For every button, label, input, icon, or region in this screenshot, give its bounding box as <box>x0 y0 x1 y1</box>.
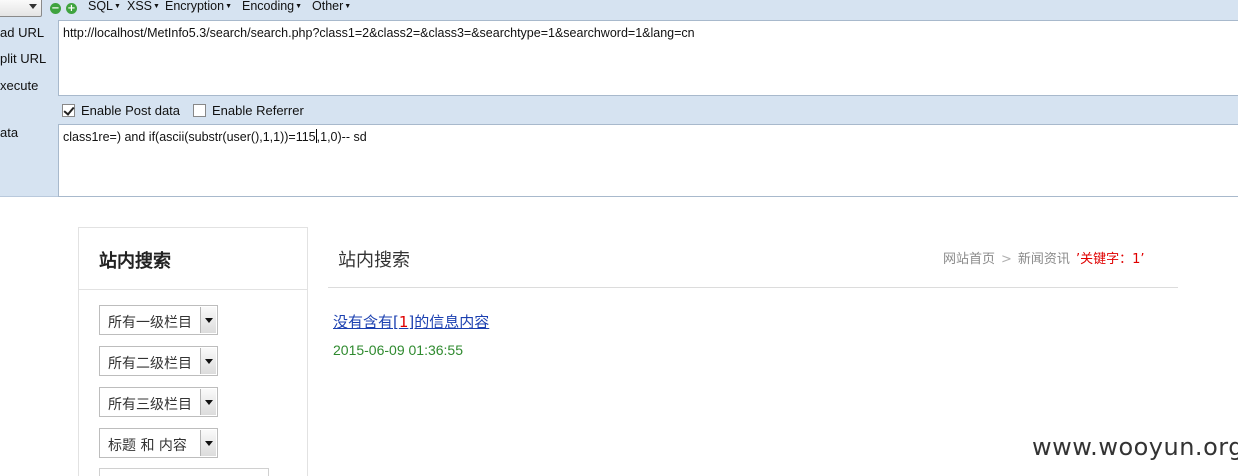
select-value: 所有三级栏目 <box>108 397 192 413</box>
menu-label: XSS <box>127 0 153 13</box>
watermark: www.wooyun.org <box>1032 433 1238 461</box>
result-date: 2015-06-09 01:36:55 <box>333 342 463 358</box>
menu-encoding[interactable]: Encoding▼ <box>242 0 302 13</box>
split-url-button[interactable]: plit URL <box>0 51 46 66</box>
result-text: 没有含有[ <box>333 313 399 331</box>
result-keyword: 1 <box>398 313 409 331</box>
chevron-down-icon[interactable] <box>200 389 216 415</box>
class1-select[interactable]: 所有一级栏目 <box>99 305 218 335</box>
breadcrumb-news-link[interactable]: 新闻资讯 <box>1018 252 1070 267</box>
chevron-down-icon[interactable] <box>200 307 216 333</box>
enable-post-checkbox[interactable]: Enable Post data <box>62 103 180 118</box>
breadcrumb-home-link[interactable]: 网站首页 <box>943 252 995 267</box>
chevron-down-icon[interactable] <box>200 430 216 456</box>
menu-label: Encryption <box>165 0 225 13</box>
menu-label: Other <box>312 0 344 13</box>
menu-sql[interactable]: SQL▼ <box>88 0 121 13</box>
menu-xss[interactable]: XSS▼ <box>127 0 160 13</box>
post-data-textarea[interactable]: class1re=) and if(ascii(substr(user(),1,… <box>58 124 1238 197</box>
url-value: http://localhost/MetInfo5.3/search/searc… <box>63 26 695 40</box>
hackbar-panel: − + SQL▼ XSS▼ Encryption▼ Encoding▼ Othe… <box>0 0 1238 197</box>
dropdown-arrow-icon: ▼ <box>114 3 121 11</box>
search-input[interactable] <box>99 468 269 476</box>
load-url-button[interactable]: ad URL <box>0 25 44 40</box>
breadcrumb-separator: > <box>1001 252 1012 267</box>
checkbox-unchecked-icon[interactable] <box>193 104 206 117</box>
breadcrumb-keyword: ’关键字：1’ <box>1075 252 1145 267</box>
divider <box>328 287 1178 288</box>
select-value: 标题 和 内容 <box>108 438 187 454</box>
url-textarea[interactable]: http://localhost/MetInfo5.3/search/searc… <box>58 20 1238 96</box>
sidebar-title: 站内搜索 <box>99 251 171 272</box>
menu-label: Encoding <box>242 0 295 13</box>
load-dropdown[interactable] <box>0 0 42 17</box>
select-value: 所有二级栏目 <box>108 356 192 372</box>
dropdown-arrow-icon: ▼ <box>344 3 352 11</box>
enable-referrer-checkbox[interactable]: Enable Referrer <box>193 103 304 118</box>
chevron-down-icon[interactable] <box>200 348 216 374</box>
plus-icon[interactable]: + <box>66 3 77 14</box>
post-data-before-caret: class1re=) and if(ascii(substr(user(),1,… <box>63 130 316 144</box>
screenshot: − + SQL▼ XSS▼ Encryption▼ Encoding▼ Othe… <box>0 0 1238 476</box>
search-type-select[interactable]: 标题 和 内容 <box>99 428 218 458</box>
divider <box>79 289 307 290</box>
enable-referrer-label: Enable Referrer <box>212 103 304 118</box>
breadcrumb: 网站首页 > 新闻资讯 ’关键字：1’ <box>943 248 1144 267</box>
menu-encryption[interactable]: Encryption▼ <box>165 0 232 13</box>
hackbar-toolbar: − + SQL▼ XSS▼ Encryption▼ Encoding▼ Othe… <box>0 0 1238 20</box>
menu-other[interactable]: Other▼ <box>312 0 351 13</box>
minus-icon[interactable]: − <box>50 3 61 14</box>
dropdown-arrow-icon: ▼ <box>153 3 160 11</box>
page-title: 站内搜索 <box>338 250 410 271</box>
post-data-after-caret: ,1,0)-- sd <box>316 130 367 144</box>
menu-label: SQL <box>88 0 114 13</box>
dropdown-arrow-icon: ▼ <box>225 3 232 11</box>
select-value: 所有一级栏目 <box>108 315 192 331</box>
checkbox-checked-icon[interactable] <box>62 104 75 117</box>
chevron-down-icon <box>29 4 37 9</box>
sidebar-search-panel: 站内搜索 所有一级栏目 所有二级栏目 所有三级栏目 标题 和 内容 <box>78 227 308 476</box>
post-data-label: ata <box>0 125 19 140</box>
class3-select[interactable]: 所有三级栏目 <box>99 387 218 417</box>
execute-button[interactable]: xecute <box>0 78 38 93</box>
post-data-value: class1re=) and if(ascii(substr(user(),1,… <box>63 129 367 144</box>
enable-post-label: Enable Post data <box>81 103 181 118</box>
result-text: ]的信息内容 <box>408 313 490 331</box>
class2-select[interactable]: 所有二级栏目 <box>99 346 218 376</box>
dropdown-arrow-icon: ▼ <box>295 3 303 11</box>
result-link[interactable]: 没有含有[1]的信息内容 <box>333 311 489 332</box>
